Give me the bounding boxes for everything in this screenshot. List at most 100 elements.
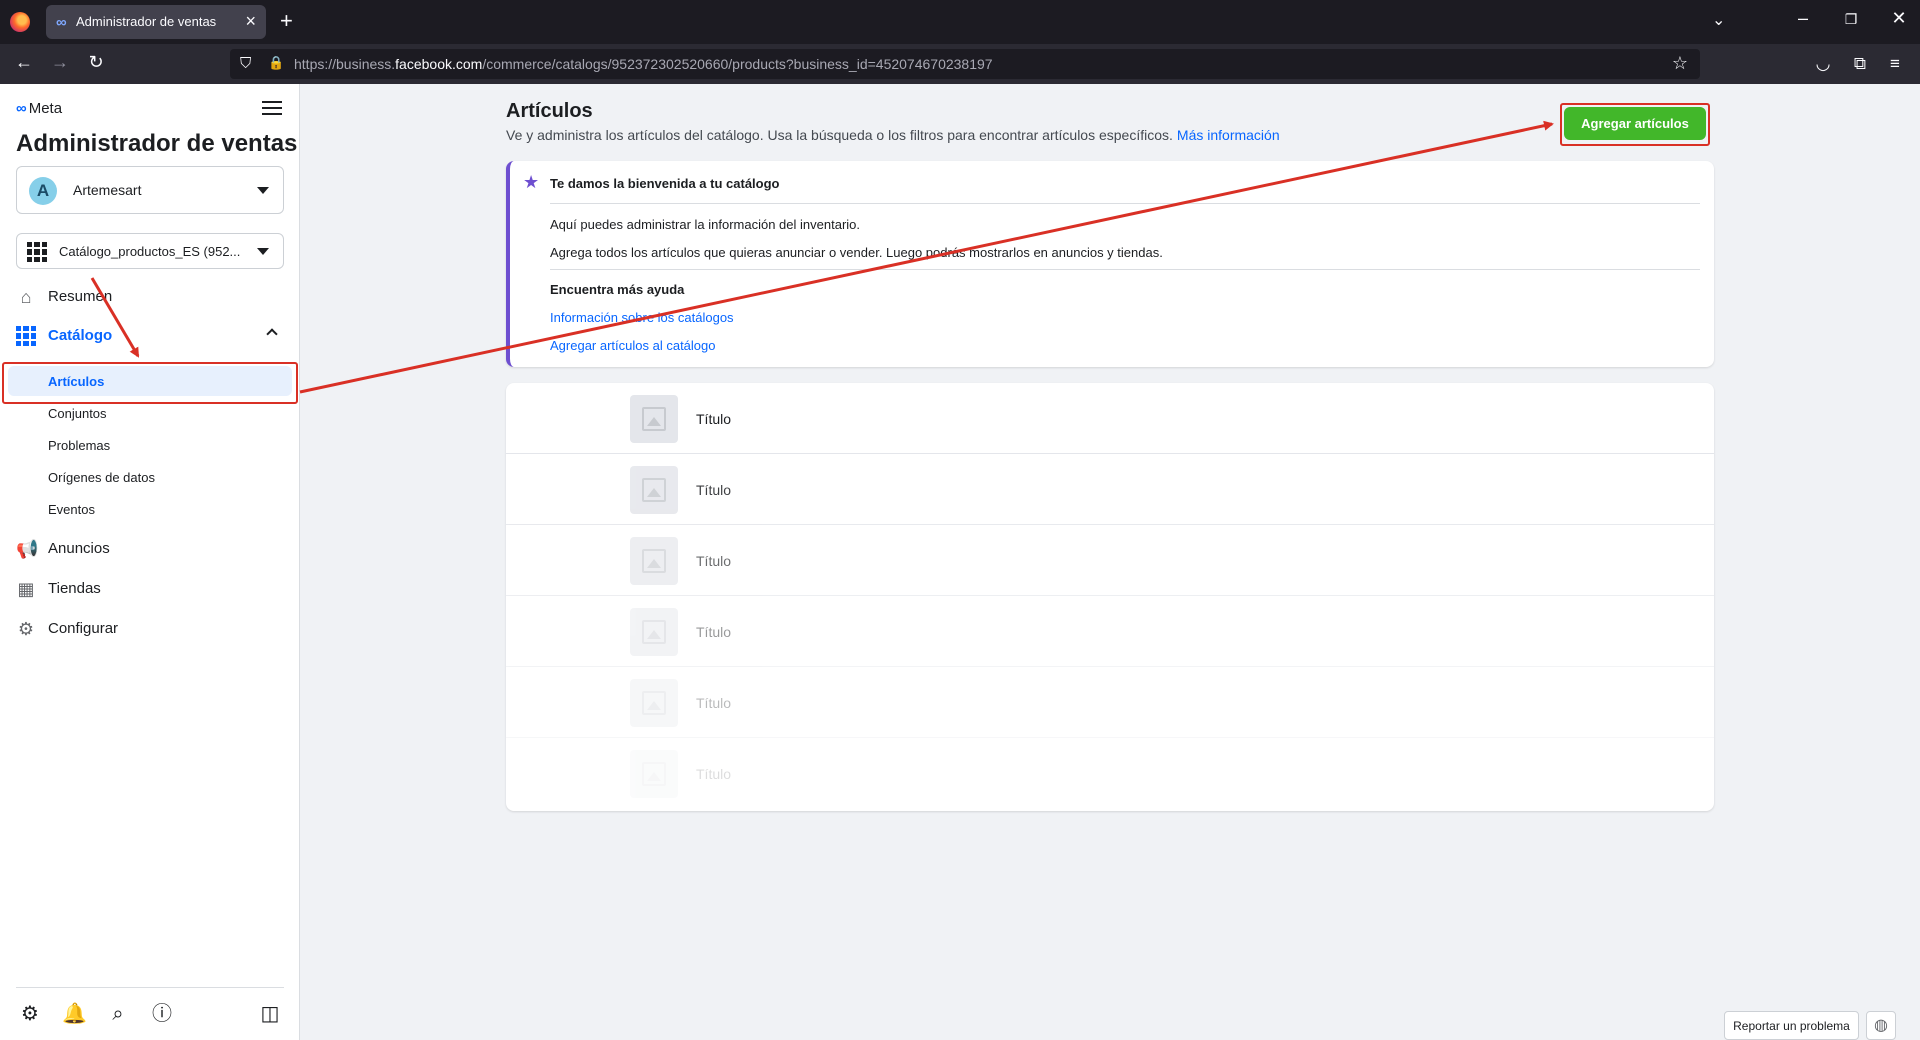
- sidebar-subitem-eventos[interactable]: Eventos: [8, 494, 292, 524]
- image-placeholder-icon: [642, 691, 666, 715]
- learn-more-link[interactable]: Más información: [1177, 127, 1280, 143]
- list-item[interactable]: Título: [506, 383, 1714, 454]
- meta-logo: ∞ Meta: [16, 100, 63, 117]
- image-placeholder-icon: [642, 478, 666, 502]
- url-text[interactable]: https://business.facebook.com/commerce/c…: [294, 56, 993, 72]
- catalog-selector[interactable]: Catálogo_productos_ES (952...: [16, 233, 284, 269]
- sidebar-item-label: Resumen: [48, 288, 113, 305]
- search-icon[interactable]: ⌕: [106, 1002, 130, 1026]
- star-icon: ★: [523, 172, 540, 192]
- forward-icon[interactable]: →: [46, 52, 74, 73]
- account-avatar: A: [29, 177, 57, 205]
- add-items-help-link[interactable]: Agregar artículos al catálogo: [550, 338, 715, 353]
- meta-favicon-icon: ∞: [56, 14, 67, 31]
- item-title: Título: [696, 695, 732, 711]
- firefox-icon: [10, 12, 30, 32]
- browser-tab[interactable]: ∞ Administrador de ventas ×: [46, 5, 266, 39]
- sidebar: ∞ Meta Administrador de ventas A Artemesa…: [0, 84, 300, 1040]
- list-item[interactable]: Título: [506, 596, 1714, 667]
- collapse-sidebar-icon[interactable]: ◫: [258, 1002, 282, 1026]
- sidebar-item-label: Problemas: [48, 438, 111, 453]
- store-icon: ▦: [17, 579, 35, 599]
- sidebar-subitem-origenes[interactable]: Orígenes de datos: [8, 462, 292, 492]
- items-list: Título Título Título Título Título Títul…: [506, 383, 1714, 811]
- sidebar-item-label: Catálogo: [48, 327, 113, 344]
- sidebar-subitem-problemas[interactable]: Problemas: [8, 430, 292, 460]
- image-placeholder-icon: [642, 549, 666, 573]
- welcome-card: ★ Te damos la bienvenida a tu catálogo A…: [506, 161, 1714, 367]
- url-bar[interactable]: ⛉ 🔒 https://business.facebook.com/commer…: [230, 49, 1700, 79]
- image-placeholder-icon: [642, 620, 666, 644]
- highlight-articulos: [2, 362, 298, 404]
- minimize-icon[interactable]: –: [1788, 8, 1818, 29]
- sidebar-divider: [16, 987, 284, 988]
- page-title: Artículos: [506, 100, 593, 122]
- catalog-info-link[interactable]: Información sobre los catálogos: [550, 310, 734, 325]
- globe-icon[interactable]: ◍: [1866, 1011, 1896, 1040]
- sidebar-item-configurar[interactable]: ⚙ Configurar: [16, 613, 284, 645]
- hamburger-menu-icon[interactable]: [262, 100, 282, 116]
- chevron-up-icon[interactable]: [266, 328, 278, 340]
- help-heading: Encuentra más ayuda: [550, 282, 685, 297]
- menu-icon[interactable]: ≡: [1882, 54, 1908, 74]
- image-placeholder-icon: [642, 762, 666, 786]
- sidebar-item-catalogo[interactable]: Catálogo: [16, 320, 284, 352]
- thumbnail: [630, 466, 678, 514]
- browser-tab-bar: ∞ Administrador de ventas × + ⌄ – ❐ ✕: [0, 0, 1920, 44]
- pocket-icon[interactable]: ◡: [1810, 54, 1836, 74]
- item-title: Título: [696, 553, 732, 569]
- sidebar-item-tiendas[interactable]: ▦ Tiendas: [16, 573, 284, 605]
- divider: [550, 203, 1700, 204]
- list-item[interactable]: Título: [506, 667, 1714, 738]
- sidebar-item-anuncios[interactable]: 📢 Anuncios: [16, 533, 284, 565]
- thumbnail: [630, 608, 678, 656]
- dropdown-caret-icon: [257, 248, 269, 255]
- item-title: Título: [696, 411, 732, 427]
- account-selector[interactable]: A Artemesart: [16, 166, 284, 214]
- sidebar-item-label: Configurar: [48, 620, 119, 637]
- thumbnail: [630, 537, 678, 585]
- help-icon[interactable]: ⓘ: [150, 1002, 174, 1026]
- sidebar-item-label: Anuncios: [48, 540, 110, 557]
- list-item[interactable]: Título: [506, 525, 1714, 596]
- megaphone-icon: 📢: [16, 539, 39, 559]
- thumbnail: [630, 750, 678, 798]
- sidebar-item-resumen[interactable]: ⌂ Resumen: [16, 281, 284, 313]
- extensions-icon[interactable]: ⧉: [1847, 54, 1873, 74]
- welcome-text: Agrega todos los artículos que quieras a…: [550, 245, 1163, 260]
- highlight-add-button: [1560, 103, 1710, 146]
- report-problem-button[interactable]: Reportar un problema: [1724, 1011, 1859, 1040]
- app-title: Administrador de ventas: [16, 130, 298, 157]
- list-item[interactable]: Título: [506, 738, 1714, 809]
- reload-icon[interactable]: ↻: [82, 52, 110, 73]
- sidebar-item-label: Eventos: [48, 502, 95, 517]
- catalog-selector-label: Catálogo_productos_ES (952...: [59, 244, 241, 259]
- close-tab-icon[interactable]: ×: [245, 11, 256, 32]
- list-item[interactable]: Título: [506, 454, 1714, 525]
- item-title: Título: [696, 624, 732, 640]
- image-placeholder-icon: [642, 407, 666, 431]
- home-icon: ⌂: [20, 287, 32, 307]
- item-title: Título: [696, 766, 732, 782]
- lock-icon[interactable]: 🔒: [268, 55, 284, 71]
- divider: [550, 269, 1700, 270]
- sidebar-item-label: Tiendas: [48, 580, 101, 597]
- shield-icon[interactable]: ⛉: [240, 55, 251, 72]
- settings-icon[interactable]: ⚙: [18, 1002, 42, 1026]
- welcome-title: Te damos la bienvenida a tu catálogo: [550, 176, 780, 191]
- page-description: Ve y administra los artículos del catálo…: [506, 127, 1280, 143]
- bookmark-star-icon[interactable]: ☆: [1672, 53, 1688, 74]
- back-icon[interactable]: ←: [10, 52, 38, 73]
- thumbnail: [630, 679, 678, 727]
- browser-nav-bar: ← → ↻ ⛉ 🔒 https://business.facebook.com/…: [0, 44, 1920, 84]
- welcome-text: Aquí puedes administrar la información d…: [550, 217, 861, 232]
- new-tab-icon[interactable]: +: [280, 8, 293, 34]
- sidebar-item-label: Conjuntos: [48, 406, 107, 421]
- notifications-bell-icon[interactable]: 🔔: [62, 1002, 87, 1026]
- thumbnail: [630, 395, 678, 443]
- list-all-tabs-icon[interactable]: ⌄: [1712, 10, 1725, 30]
- restore-icon[interactable]: ❐: [1836, 11, 1866, 28]
- gear-icon: ⚙: [17, 619, 35, 639]
- catalog-icon: [16, 326, 36, 346]
- close-window-icon[interactable]: ✕: [1884, 8, 1914, 29]
